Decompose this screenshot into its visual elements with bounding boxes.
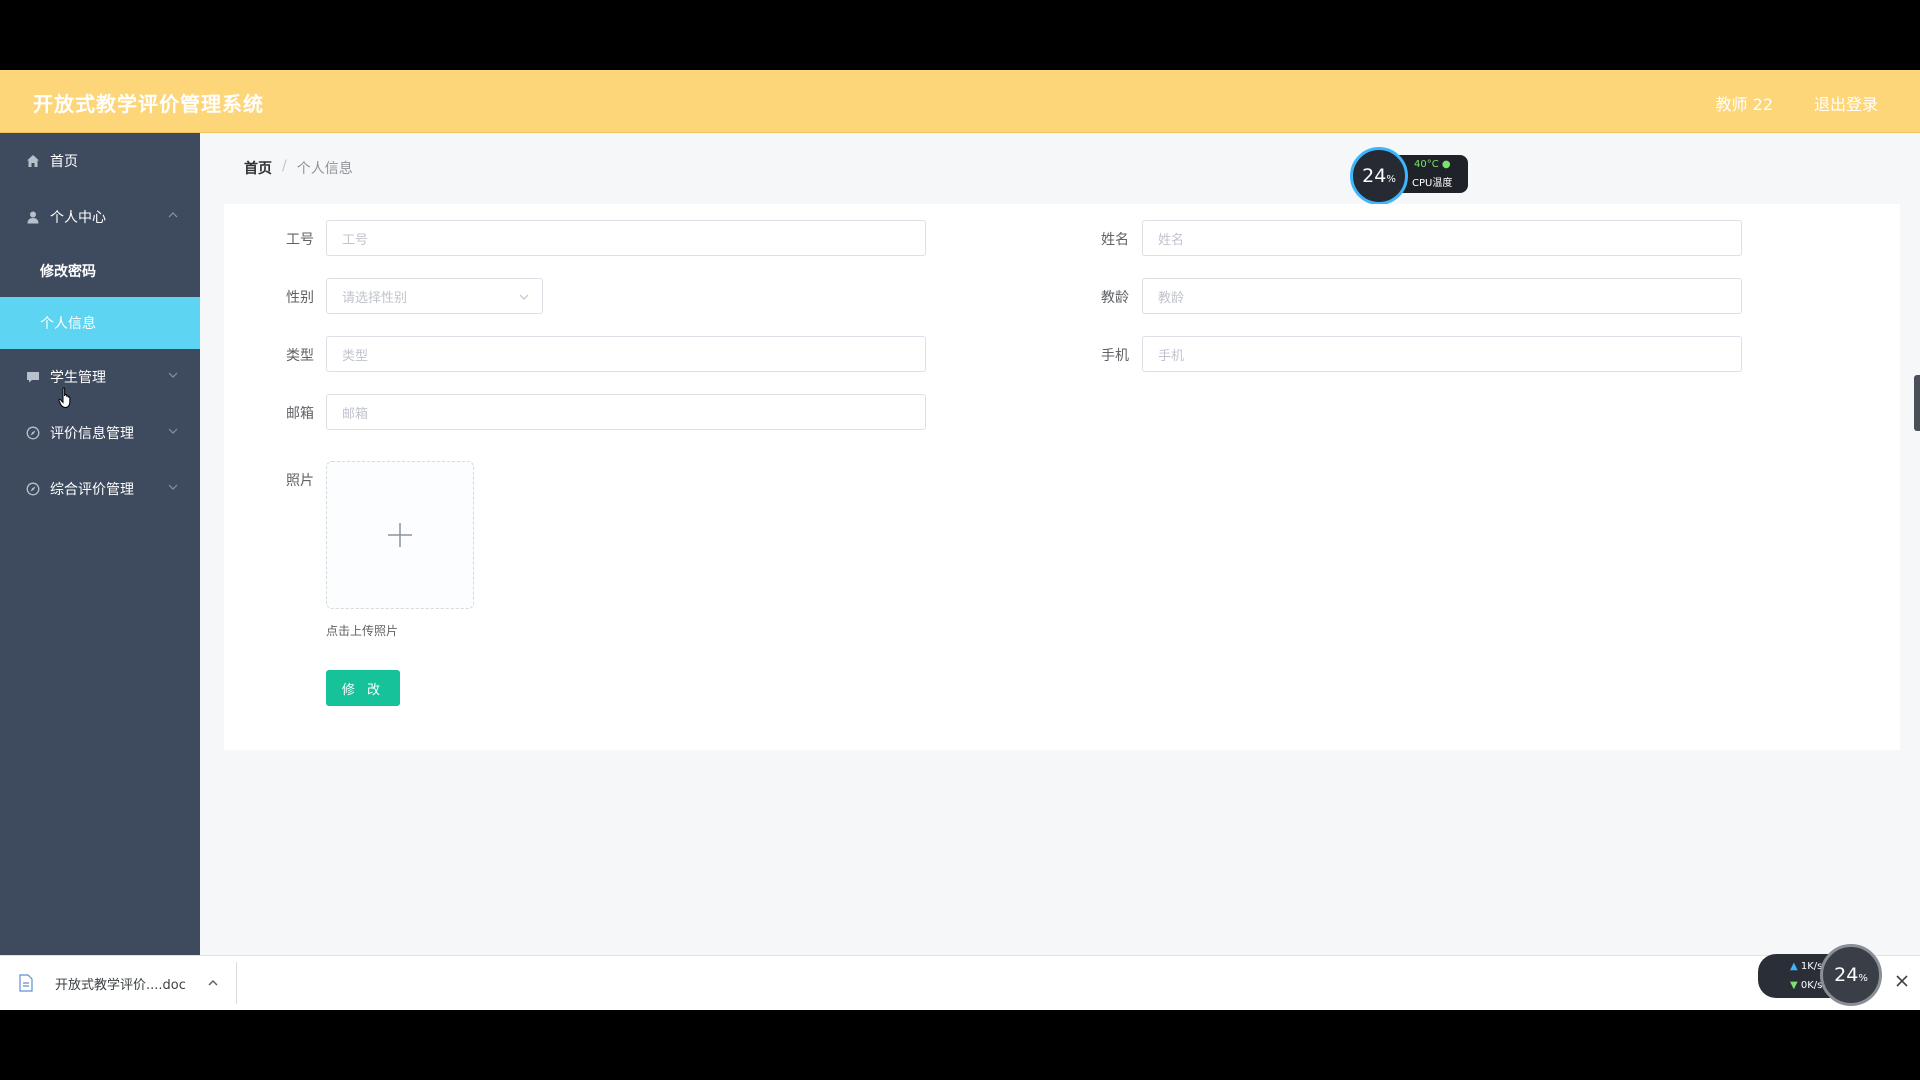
chevron-down-icon <box>519 294 529 300</box>
email-label: 邮箱 <box>286 406 314 422</box>
gender-select-placeholder: 请选择性别 <box>342 290 408 306</box>
document-icon <box>19 974 33 992</box>
sidebar: 首页 个人中心 修改密码 个人信息 学生管理 评价信息管理 综合评价管理 <box>0 133 200 955</box>
current-user: 教师 22 <box>1715 95 1773 114</box>
memory-usage-gauge: 24% <box>1820 944 1882 1006</box>
sidebar-item-label: 评价信息管理 <box>50 426 134 442</box>
chat-icon <box>25 369 41 385</box>
browser-viewport: 开放式教学评价管理系统 教师 22 退出登录 首页 个人中心 修改密码 个人信息… <box>0 70 1920 1010</box>
sidebar-item-label: 个人中心 <box>50 210 106 226</box>
job-no-label: 工号 <box>286 232 314 248</box>
personal-info-form: 工号 工号 姓名 姓名 性别 请选择性别 教龄 教龄 类型 类型 手机 手机 邮… <box>224 204 1900 750</box>
photo-upload[interactable] <box>326 461 474 609</box>
close-icon[interactable] <box>1894 973 1910 989</box>
upload-speed: ▲ 1K/s <box>1790 961 1823 972</box>
upload-tip: 点击上传照片 <box>326 624 399 638</box>
cpu-monitor-widget[interactable]: 40°C ● CPU温度 24% <box>1350 147 1468 205</box>
app-title: 开放式教学评价管理系统 <box>33 92 264 116</box>
side-panel-handle[interactable] <box>1914 375 1920 431</box>
sidebar-item-personal-info[interactable]: 个人信息 <box>0 297 200 349</box>
leaf-icon: ● <box>1441 159 1451 170</box>
cpu-usage-gauge: 24% <box>1350 147 1408 205</box>
sidebar-item-change-password[interactable]: 修改密码 <box>0 245 200 297</box>
email-input[interactable]: 邮箱 <box>326 394 926 430</box>
breadcrumb-current: 个人信息 <box>296 161 353 177</box>
divider <box>236 962 237 1004</box>
name-label: 姓名 <box>1101 232 1129 248</box>
sidebar-item-evaluation-info[interactable]: 评价信息管理 <box>0 405 200 461</box>
breadcrumb-home[interactable]: 首页 <box>244 158 272 178</box>
download-file-name[interactable]: 开放式教学评价....doc <box>55 974 186 993</box>
chevron-up-icon[interactable] <box>206 976 220 990</box>
chevron-up-icon <box>168 212 178 218</box>
network-monitor-widget[interactable]: ▲ 1K/s ▼ 0K/s 24% <box>1758 944 1888 1006</box>
sidebar-item-comprehensive-evaluation[interactable]: 综合评价管理 <box>0 461 200 517</box>
compass-icon <box>25 425 41 441</box>
type-label: 类型 <box>286 348 314 364</box>
photo-label: 照片 <box>286 473 314 489</box>
plus-icon <box>388 523 412 547</box>
gender-label: 性别 <box>286 290 314 306</box>
phone-label: 手机 <box>1101 348 1129 364</box>
breadcrumb: 首页 / 个人信息 <box>244 158 353 178</box>
chevron-down-icon <box>168 372 178 378</box>
download-bar: 开放式教学评价....doc ▲ 1K/s ▼ 0K/s 24% <box>0 944 1920 1010</box>
job-no-input[interactable]: 工号 <box>326 220 926 256</box>
sidebar-item-label: 首页 <box>50 154 78 170</box>
breadcrumb-separator: / <box>282 158 287 174</box>
type-input[interactable]: 类型 <box>326 336 926 372</box>
sidebar-item-label: 学生管理 <box>50 370 106 386</box>
download-speed: ▼ 0K/s <box>1790 980 1823 991</box>
compass-icon <box>25 481 41 497</box>
teaching-years-input[interactable]: 教龄 <box>1142 278 1742 314</box>
sidebar-item-student-management[interactable]: 学生管理 <box>0 349 200 405</box>
chevron-down-icon <box>168 428 178 434</box>
sidebar-item-label: 综合评价管理 <box>50 482 134 498</box>
sidebar-item-personal-center[interactable]: 个人中心 <box>0 189 200 245</box>
logout-link[interactable]: 退出登录 <box>1814 91 1878 115</box>
sidebar-item-home[interactable]: 首页 <box>0 133 200 189</box>
user-icon <box>25 209 41 225</box>
cpu-label: CPU温度 <box>1412 178 1453 189</box>
home-icon <box>25 153 41 169</box>
update-button[interactable]: 修 改 <box>326 670 400 706</box>
chevron-down-icon <box>168 484 178 490</box>
phone-input[interactable]: 手机 <box>1142 336 1742 372</box>
hand-cursor-icon <box>58 387 71 409</box>
gender-select[interactable]: 请选择性别 <box>326 278 543 314</box>
top-header: 开放式教学评价管理系统 教师 22 退出登录 <box>0 70 1920 133</box>
teaching-years-label: 教龄 <box>1101 290 1129 306</box>
cpu-temperature: 40°C ● <box>1414 159 1451 170</box>
name-input[interactable]: 姓名 <box>1142 220 1742 256</box>
